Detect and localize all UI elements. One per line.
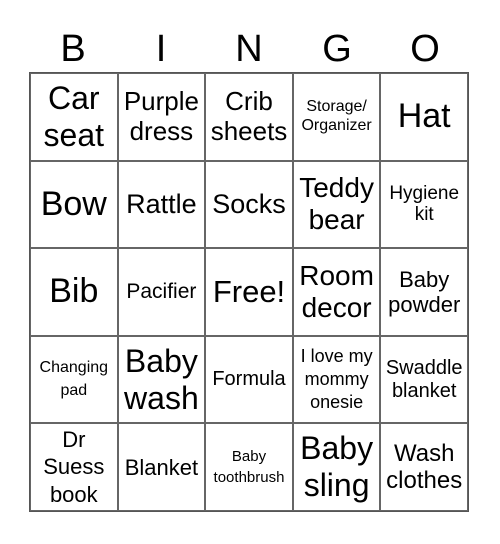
bingo-cell[interactable]: Hat <box>380 73 468 161</box>
bingo-header: B I N G O <box>29 26 469 72</box>
bingo-cell[interactable]: Baby powder <box>380 248 468 336</box>
bingo-cell[interactable]: I love my mommy onesie <box>292 335 381 424</box>
bingo-cell[interactable]: Baby toothbrush <box>205 423 293 511</box>
bingo-cell[interactable]: Bow <box>30 160 118 249</box>
bingo-cell[interactable]: Blanket <box>117 423 206 511</box>
bingo-cell[interactable]: Rattle <box>117 160 206 249</box>
bingo-cell[interactable]: Swaddle blanket <box>380 335 468 424</box>
free-cell[interactable]: Free! <box>205 248 293 336</box>
bingo-cell[interactable]: Dr Suess book <box>30 423 118 511</box>
bingo-cell[interactable]: Wash clothes <box>380 423 468 511</box>
bingo-cell[interactable]: Crib sheets <box>205 73 293 161</box>
bingo-cell[interactable]: Socks <box>205 160 293 249</box>
bingo-cell[interactable]: Teddy bear <box>292 160 381 249</box>
bingo-cell[interactable]: Bib <box>30 248 118 336</box>
bingo-cell[interactable]: Baby sling <box>292 423 381 511</box>
bingo-cell[interactable]: Hygiene kit <box>380 160 468 249</box>
bingo-cell[interactable]: Formula <box>205 335 293 424</box>
bingo-cell[interactable]: Changing pad <box>30 335 118 424</box>
header-letter-i: I <box>155 28 167 70</box>
bingo-cell[interactable]: Baby wash <box>117 335 206 424</box>
bingo-cell[interactable]: Purple dress <box>117 73 206 161</box>
header-letter-n: N <box>235 28 263 70</box>
bingo-cell[interactable]: Storage/ Organizer <box>292 73 381 161</box>
header-letter-o: O <box>410 28 440 70</box>
header-letter-b: B <box>60 28 86 70</box>
bingo-cell[interactable]: Pacifier <box>117 248 206 336</box>
bingo-cell[interactable]: Room decor <box>292 248 381 336</box>
bingo-grid: Car seat Purple dress Crib sheets Storag… <box>29 72 469 512</box>
bingo-cell[interactable]: Car seat <box>30 73 118 161</box>
header-letter-g: G <box>322 28 352 70</box>
